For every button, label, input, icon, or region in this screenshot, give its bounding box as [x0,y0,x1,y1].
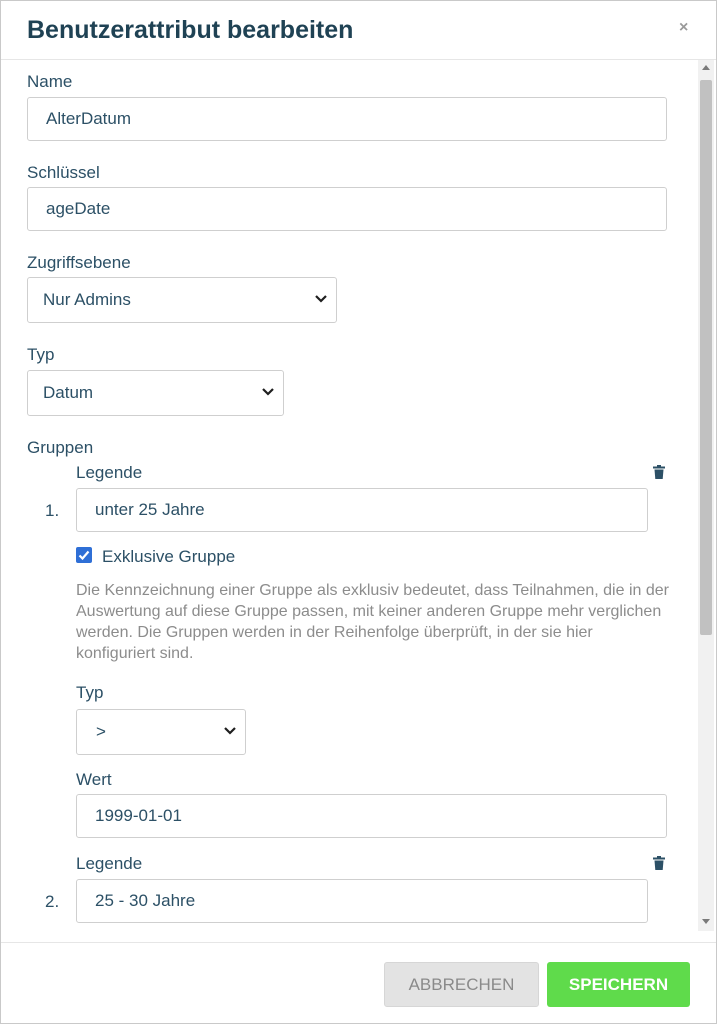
access-level-label: Zugriffsebene [27,253,131,272]
exclusive-group-label: Exklusive Gruppe [102,547,236,566]
close-icon[interactable]: × [679,19,688,37]
key-label: Schlüssel [27,163,100,182]
type-value: Datum [43,383,94,402]
dialog-title: Benutzerattribut bearbeiten [27,16,354,44]
group-2-number: 2. [45,892,60,911]
dialog-body: Name AlterDatum Schlüssel ageDate Zugrif… [1,60,716,941]
exclusive-group-description: Die Kennzeichnung einer Gruppe als exklu… [76,582,669,662]
exclusive-group-checkbox[interactable] [76,547,92,563]
group-1-type-label: Typ [76,683,104,702]
group-1-value-value: 1999-01-01 [95,806,182,825]
group-1-legend-input[interactable]: unter 25 Jahre [76,488,648,532]
chevron-down-icon [262,388,274,396]
type-label: Typ [27,345,55,364]
access-level-select[interactable]: Nur Admins [27,277,337,323]
group-1-legend-label: Legende [76,463,143,482]
key-input-value: ageDate [46,199,111,218]
chevron-down-icon [224,727,236,735]
cancel-button[interactable]: ABBRECHEN [384,962,539,1007]
type-select[interactable]: Datum [27,370,284,416]
dialog-footer: ABBRECHEN SPEICHERN [1,942,716,1023]
scroll-down-arrow-icon[interactable] [702,919,710,924]
checkmark-icon [78,550,90,561]
trash-icon[interactable] [653,465,665,479]
group-1-value-input[interactable]: 1999-01-01 [76,794,667,838]
save-button[interactable]: SPEICHERN [547,962,690,1007]
group-1-value-label: Wert [76,770,112,789]
access-level-value: Nur Admins [43,290,131,309]
group-1-type-select[interactable]: > [76,709,246,755]
groups-label: Gruppen [27,438,94,457]
dialog-header: Benutzerattribut bearbeiten × [1,1,716,60]
key-input[interactable]: ageDate [27,187,667,231]
scrollbar-thumb[interactable] [700,80,712,635]
scroll-up-arrow-icon[interactable] [702,65,710,70]
trash-icon[interactable] [653,856,665,870]
group-1-type-value: > [96,722,106,741]
group-1-number: 1. [45,501,60,520]
group-2-legend-label: Legende [76,854,143,873]
group-2-legend-value: 25 - 30 Jahre [95,891,196,910]
edit-user-attribute-dialog: Benutzerattribut bearbeiten × Name Alter… [0,0,717,1024]
group-2-legend-input[interactable]: 25 - 30 Jahre [76,879,648,923]
chevron-down-icon [315,295,327,303]
name-label: Name [27,72,73,91]
name-input[interactable]: AlterDatum [27,97,667,141]
name-input-value: AlterDatum [46,109,132,128]
group-1-legend-value: unter 25 Jahre [95,500,205,519]
